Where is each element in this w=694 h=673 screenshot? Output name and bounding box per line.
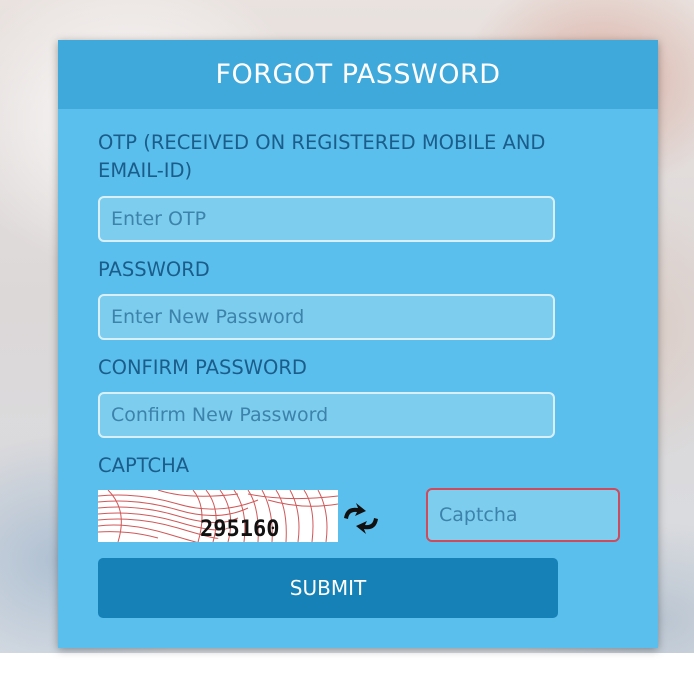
new-password-input[interactable] [98, 294, 555, 340]
captcha-image: 295160 [98, 490, 338, 542]
refresh-arrows-icon [344, 503, 378, 534]
page-title: FORGOT PASSWORD [215, 59, 501, 90]
captcha-noise-graphic: 295160 [98, 490, 338, 542]
captcha-label: CAPTCHA [98, 454, 190, 477]
forgot-password-panel: FORGOT PASSWORD OTP (RECEIVED ON REGISTE… [58, 40, 658, 648]
confirm-password-label: CONFIRM PASSWORD [98, 356, 307, 379]
otp-label: OTP (RECEIVED ON REGISTERED MOBILE AND E… [98, 131, 546, 182]
confirm-password-input[interactable] [98, 392, 555, 438]
refresh-captcha-button[interactable] [340, 502, 382, 536]
otp-input[interactable] [98, 196, 555, 242]
panel-header: FORGOT PASSWORD [58, 40, 658, 109]
submit-button[interactable]: SUBMIT [98, 558, 558, 618]
captcha-text: 295160 [200, 517, 279, 542]
password-label: PASSWORD [98, 258, 210, 281]
captcha-input[interactable] [426, 488, 620, 542]
